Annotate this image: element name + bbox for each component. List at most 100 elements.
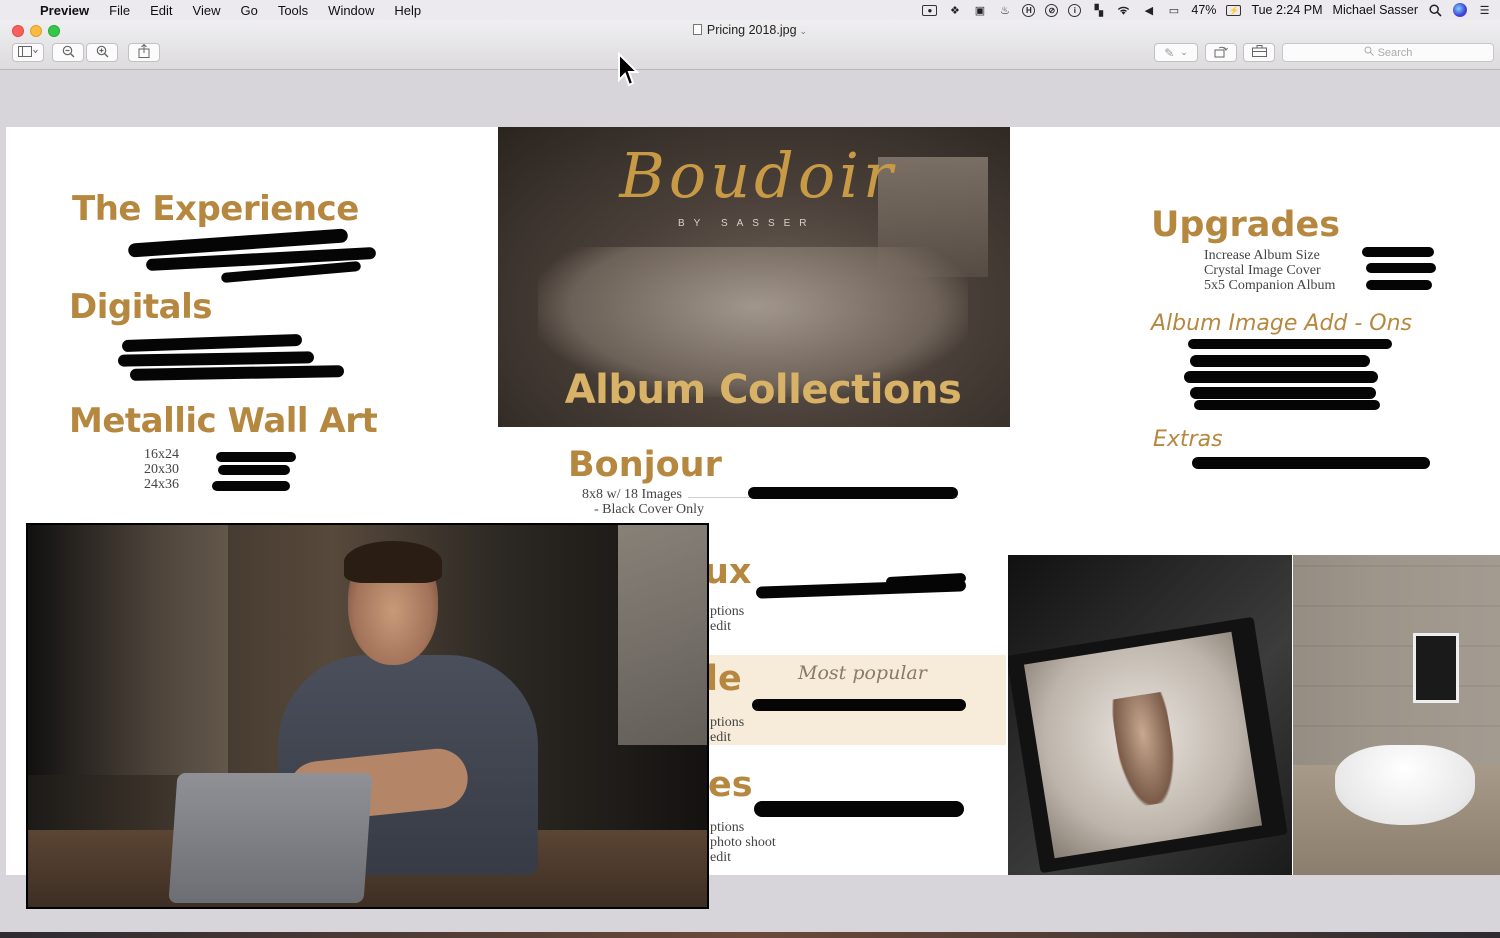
grid-app-icon[interactable]: ▚ (1091, 4, 1106, 17)
redaction-scribble (748, 487, 958, 499)
package-4-heading: es (708, 765, 753, 805)
menu-window[interactable]: Window (318, 3, 384, 18)
document-title-text: Pricing 2018.jpg (706, 23, 797, 37)
tile-wall (1293, 555, 1500, 765)
menu-go[interactable]: Go (230, 3, 267, 18)
clock[interactable]: Tue 2:24 PM (1251, 3, 1322, 17)
redaction-scribble (1188, 339, 1392, 349)
webcam-background (28, 525, 228, 775)
laptop (168, 773, 373, 903)
flame-icon[interactable]: ♨ (997, 4, 1012, 17)
presenter-hair (344, 541, 442, 583)
bonjour-line: 8x8 w/ 18 Images (582, 487, 682, 502)
size-16x24: 16x24 (144, 447, 179, 462)
camera-record-icon[interactable]: ● (922, 4, 938, 16)
bonjour-heading: Bonjour (568, 445, 722, 485)
redaction-scribble (218, 465, 290, 475)
menu-help[interactable]: Help (384, 3, 431, 18)
volume-icon[interactable]: ◀ (1141, 4, 1156, 17)
chevron-down-icon[interactable]: ⌄ (800, 26, 808, 36)
bathtub (1335, 745, 1475, 825)
album-product-photo (1008, 555, 1292, 875)
redaction-scribble (1194, 400, 1380, 410)
package-2-line: edit (710, 619, 731, 634)
album-hero-photo: Boudoir BY SASSER Album Collections (498, 127, 1010, 427)
redaction-scribble (129, 365, 345, 381)
addons-heading: Album Image Add - Ons (1151, 311, 1413, 336)
desktop-edge (0, 932, 1500, 938)
title-bar: Pricing 2018.jpg ⌄ ✎ ⌄ Search (0, 20, 1500, 70)
wall-frame (1413, 633, 1459, 703)
bonjour-line: - Black Cover Only (594, 502, 705, 517)
zoom-in-icon (96, 45, 109, 61)
package-3-line: edit (710, 730, 731, 745)
search-icon (1364, 46, 1374, 59)
share-icon (138, 43, 150, 61)
sidebar-icon (18, 45, 38, 60)
ban-circle-icon[interactable]: ⊘ (1045, 3, 1059, 17)
spotlight-search-icon[interactable] (1428, 3, 1443, 17)
user-name[interactable]: Michael Sasser (1333, 3, 1418, 17)
redaction-scribble (1190, 387, 1376, 399)
package-3-heading: le (706, 659, 742, 699)
menu-view[interactable]: View (183, 3, 231, 18)
experience-heading: The Experience (72, 189, 359, 229)
package-4-line: ptions (710, 820, 745, 835)
menu-edit[interactable]: Edit (140, 3, 182, 18)
sidebar-toggle-button[interactable] (12, 43, 44, 62)
toolbox-icon (1251, 45, 1267, 60)
extras-heading: Extras (1153, 427, 1223, 452)
redaction-scribble (1192, 457, 1430, 469)
markup-chevron-icon: ⌄ (1180, 47, 1188, 57)
brand-logo: Boudoir (619, 139, 897, 212)
size-24x36: 24x36 (144, 477, 179, 492)
redaction-scribble (1366, 280, 1432, 290)
wifi-icon[interactable] (1116, 4, 1131, 17)
menu-app-name[interactable]: Preview (40, 3, 99, 18)
upgrades-heading: Upgrades (1151, 205, 1341, 245)
redaction-scribble (754, 801, 964, 817)
notification-center-icon[interactable]: ☰ (1477, 4, 1492, 17)
search-input[interactable]: Search (1282, 43, 1494, 62)
rotate-button[interactable] (1205, 43, 1237, 62)
upgrade-line: Crystal Image Cover (1204, 263, 1321, 278)
mouse-cursor-icon (617, 51, 641, 88)
menu-bar: Preview File Edit View Go Tools Window H… (0, 0, 1500, 20)
document-title[interactable]: Pricing 2018.jpg ⌄ (0, 23, 1500, 37)
h-circle-icon[interactable]: H (1022, 3, 1036, 17)
package-4-line: edit (710, 850, 731, 865)
search-placeholder: Search (1377, 46, 1413, 59)
dropbox-icon[interactable]: ❖ (947, 4, 962, 17)
redaction-scribble (212, 481, 290, 491)
most-popular-label: Most popular (798, 662, 927, 684)
menu-file[interactable]: File (99, 3, 140, 18)
battery-percent: 47% (1191, 3, 1217, 17)
digitals-heading: Digitals (69, 287, 212, 327)
battery-icon[interactable]: ⚡ (1226, 4, 1242, 16)
share-button[interactable] (128, 43, 160, 62)
airplay-icon[interactable]: ▭ (1166, 4, 1181, 17)
lock-app-icon[interactable]: ▣ (972, 4, 987, 17)
siri-icon[interactable] (1453, 3, 1467, 17)
zoom-out-icon (62, 45, 75, 61)
redaction-scribble (216, 452, 296, 462)
package-4-line: photo shoot (710, 835, 776, 850)
upgrades-column: Upgrades Increase Album Size Crystal Ima… (1010, 127, 1500, 555)
redaction-scribble (1366, 263, 1436, 273)
toolbox-button[interactable] (1243, 43, 1275, 62)
upgrade-line: 5x5 Companion Album (1204, 278, 1336, 293)
metallic-wall-art-heading: Metallic Wall Art (69, 401, 378, 441)
markup-button[interactable]: ✎ ⌄ (1154, 43, 1198, 62)
zoom-out-button[interactable] (52, 43, 84, 62)
pen-icon: ✎ (1164, 45, 1175, 60)
rotate-icon (1214, 45, 1228, 61)
menu-tools[interactable]: Tools (268, 3, 318, 18)
document-icon (692, 24, 702, 35)
package-3-line: ptions (710, 715, 745, 730)
redaction-scribble (121, 333, 303, 353)
status-tray: ● ❖ ▣ ♨ H ⊘ i ▚ ◀ ▭ 47% ⚡ Tue 2:24 PM Mi… (922, 3, 1500, 17)
info-circle-icon[interactable]: i (1068, 3, 1082, 17)
brand-subtitle: BY SASSER (678, 218, 816, 229)
zoom-in-button[interactable] (86, 43, 118, 62)
size-20x30: 20x30 (144, 462, 179, 477)
